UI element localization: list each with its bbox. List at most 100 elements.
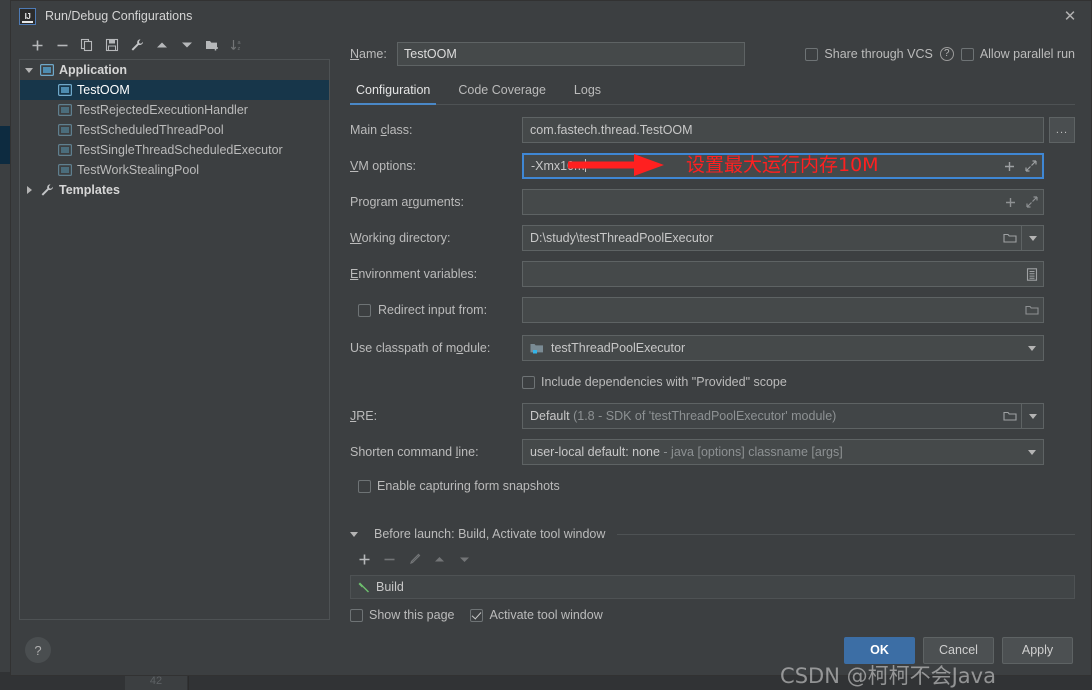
tree-item-testoom[interactable]: TestOOM	[20, 80, 329, 100]
chevron-down-icon[interactable]	[1021, 440, 1043, 464]
pencil-icon[interactable]	[402, 547, 426, 571]
checkbox-box[interactable]	[350, 608, 363, 622]
redirect-input-checkbox[interactable]: Redirect input from:	[350, 303, 522, 317]
ok-button[interactable]: OK	[844, 636, 915, 664]
folder-icon[interactable]	[999, 232, 1021, 244]
classpath-module-dropdown[interactable]: testThreadPoolExecutor	[522, 335, 1044, 361]
jre-dropdown[interactable]: Default (1.8 - SDK of 'testThreadPoolExe…	[522, 403, 1044, 429]
checkbox-box[interactable]	[960, 47, 974, 61]
question-mark-icon[interactable]: ?	[25, 637, 51, 663]
redirect-input-row: Redirect input from:	[350, 297, 1075, 323]
add-configuration-button[interactable]	[25, 33, 49, 57]
include-provided-row: Include dependencies with "Provided" sco…	[350, 371, 1075, 393]
arrow-down-icon[interactable]	[175, 33, 199, 57]
program-arguments-row: Program arguments:	[350, 189, 1075, 215]
application-icon	[56, 164, 73, 176]
move-task-down-button[interactable]	[452, 547, 476, 571]
arrow-up-icon[interactable]	[150, 33, 174, 57]
checkbox-box[interactable]	[358, 479, 371, 493]
tab-code-coverage[interactable]: Code Coverage	[452, 83, 560, 104]
form-snapshots-checkbox[interactable]: Enable capturing form snapshots	[358, 479, 560, 493]
name-row: Name: Share through VCS ? Allow parallel…	[350, 37, 1075, 71]
wrench-icon[interactable]	[125, 33, 149, 57]
tab-logs[interactable]: Logs	[568, 83, 615, 104]
allow-parallel-run-checkbox[interactable]: Allow parallel run	[960, 47, 1075, 61]
share-through-vcs-checkbox[interactable]: Share through VCS	[805, 47, 933, 61]
copy-icon[interactable]	[75, 33, 99, 57]
shorten-command-line-label: Shorten command line:	[350, 445, 479, 459]
plus-icon[interactable]	[999, 197, 1021, 208]
tree-group-application[interactable]: Application	[20, 60, 329, 80]
redirect-input-label: Redirect input from:	[378, 303, 488, 317]
chevron-down-icon[interactable]	[20, 67, 38, 73]
include-provided-checkbox[interactable]: Include dependencies with "Provided" sco…	[522, 375, 787, 389]
intellij-logo-icon: IJ	[19, 7, 36, 25]
tree-item-label: TestSingleThreadScheduledExecutor	[77, 143, 283, 157]
environment-variables-field[interactable]	[522, 261, 1044, 287]
dialog-buttons: OK Cancel Apply	[844, 636, 1073, 664]
shorten-command-line-dropdown[interactable]: user-local default: none - java [options…	[522, 439, 1044, 465]
checkbox-box[interactable]	[358, 303, 371, 317]
environment-variables-label: Environment variables:	[350, 267, 478, 281]
name-label: Name:	[350, 47, 387, 61]
jre-value: Default	[530, 409, 570, 423]
share-through-vcs-label: Share through VCS	[824, 47, 933, 61]
main-class-label: Main class:	[350, 123, 413, 137]
tree-item-label: TestOOM	[77, 83, 130, 97]
dialog-footer: ? OK Cancel Apply	[11, 622, 1091, 678]
chevron-right-icon[interactable]	[20, 186, 38, 194]
close-icon[interactable]: ✕	[1049, 2, 1091, 31]
activate-tool-window-checkbox[interactable]: Activate tool window	[470, 608, 603, 622]
tab-configuration[interactable]: Configuration	[350, 83, 444, 105]
chevron-down-icon[interactable]	[1021, 336, 1043, 360]
chevron-down-icon[interactable]	[1021, 404, 1043, 428]
show-this-page-checkbox[interactable]: Show this page	[350, 608, 454, 622]
main-class-field[interactable]: com.fastech.thread.TestOOM	[522, 117, 1044, 143]
tree-item-testworkstealingpool[interactable]: TestWorkStealingPool	[20, 160, 329, 180]
save-icon[interactable]	[100, 33, 124, 57]
folder-icon[interactable]	[1021, 304, 1043, 316]
checkbox-box[interactable]	[805, 47, 819, 61]
program-arguments-field[interactable]	[522, 189, 1044, 215]
shorten-command-line-detail: - java [options] classname [args]	[659, 445, 843, 459]
remove-configuration-button[interactable]	[50, 33, 74, 57]
tree-item-testsinglethreadscheduledexecutor[interactable]: TestSingleThreadScheduledExecutor	[20, 140, 329, 160]
checkbox-box[interactable]	[522, 375, 535, 389]
tree-group-templates[interactable]: Templates	[20, 180, 329, 200]
allow-parallel-run-label: Allow parallel run	[979, 47, 1075, 61]
chevron-down-icon[interactable]	[350, 531, 368, 537]
question-mark-icon[interactable]: ?	[939, 47, 954, 61]
folder-icon[interactable]	[999, 410, 1021, 422]
jre-value-wrap: Default (1.8 - SDK of 'testThreadPoolExe…	[523, 409, 999, 423]
configurations-panel: az Application TestOOM TestRejectedExecu…	[11, 31, 336, 622]
before-launch-header[interactable]: Before launch: Build, Activate tool wind…	[350, 527, 1075, 541]
plus-icon[interactable]	[998, 161, 1020, 172]
classpath-module-value: testThreadPoolExecutor	[551, 341, 686, 355]
remove-task-button[interactable]	[377, 547, 401, 571]
configurations-tree[interactable]: Application TestOOM TestRejectedExecutio…	[19, 59, 330, 620]
chevron-down-icon[interactable]	[1021, 226, 1043, 250]
name-input[interactable]	[397, 42, 745, 66]
tree-item-label: Templates	[59, 183, 120, 197]
move-task-up-button[interactable]	[427, 547, 451, 571]
sort-az-icon[interactable]: az	[225, 33, 249, 57]
tree-item-label: TestWorkStealingPool	[77, 163, 200, 177]
checkbox-box[interactable]	[470, 608, 484, 622]
vm-options-value: -Xmx10m	[531, 159, 585, 173]
before-launch-task-list[interactable]: Build	[350, 575, 1075, 599]
redirect-input-field[interactable]	[522, 297, 1044, 323]
tree-item-testrejectedexecutionhandler[interactable]: TestRejectedExecutionHandler	[20, 100, 329, 120]
tree-item-testscheduledthreadpool[interactable]: TestScheduledThreadPool	[20, 120, 329, 140]
folder-add-icon[interactable]	[200, 33, 224, 57]
main-class-browse-button[interactable]: ...	[1049, 117, 1075, 143]
cancel-button[interactable]: Cancel	[923, 636, 994, 664]
list-edit-icon[interactable]	[1021, 267, 1043, 281]
shorten-command-line-value: user-local default: none	[530, 445, 660, 459]
add-task-button[interactable]	[352, 547, 376, 571]
working-directory-field[interactable]: D:\study\testThreadPoolExecutor	[522, 225, 1044, 251]
apply-button[interactable]: Apply	[1002, 636, 1073, 664]
vcs-options-group: Share through VCS ? Allow parallel run	[805, 47, 1075, 61]
expand-diagonal-icon[interactable]	[1021, 196, 1043, 208]
expand-diagonal-icon[interactable]	[1020, 160, 1042, 172]
jre-row: JRE: Default (1.8 - SDK of 'testThreadPo…	[350, 403, 1075, 429]
